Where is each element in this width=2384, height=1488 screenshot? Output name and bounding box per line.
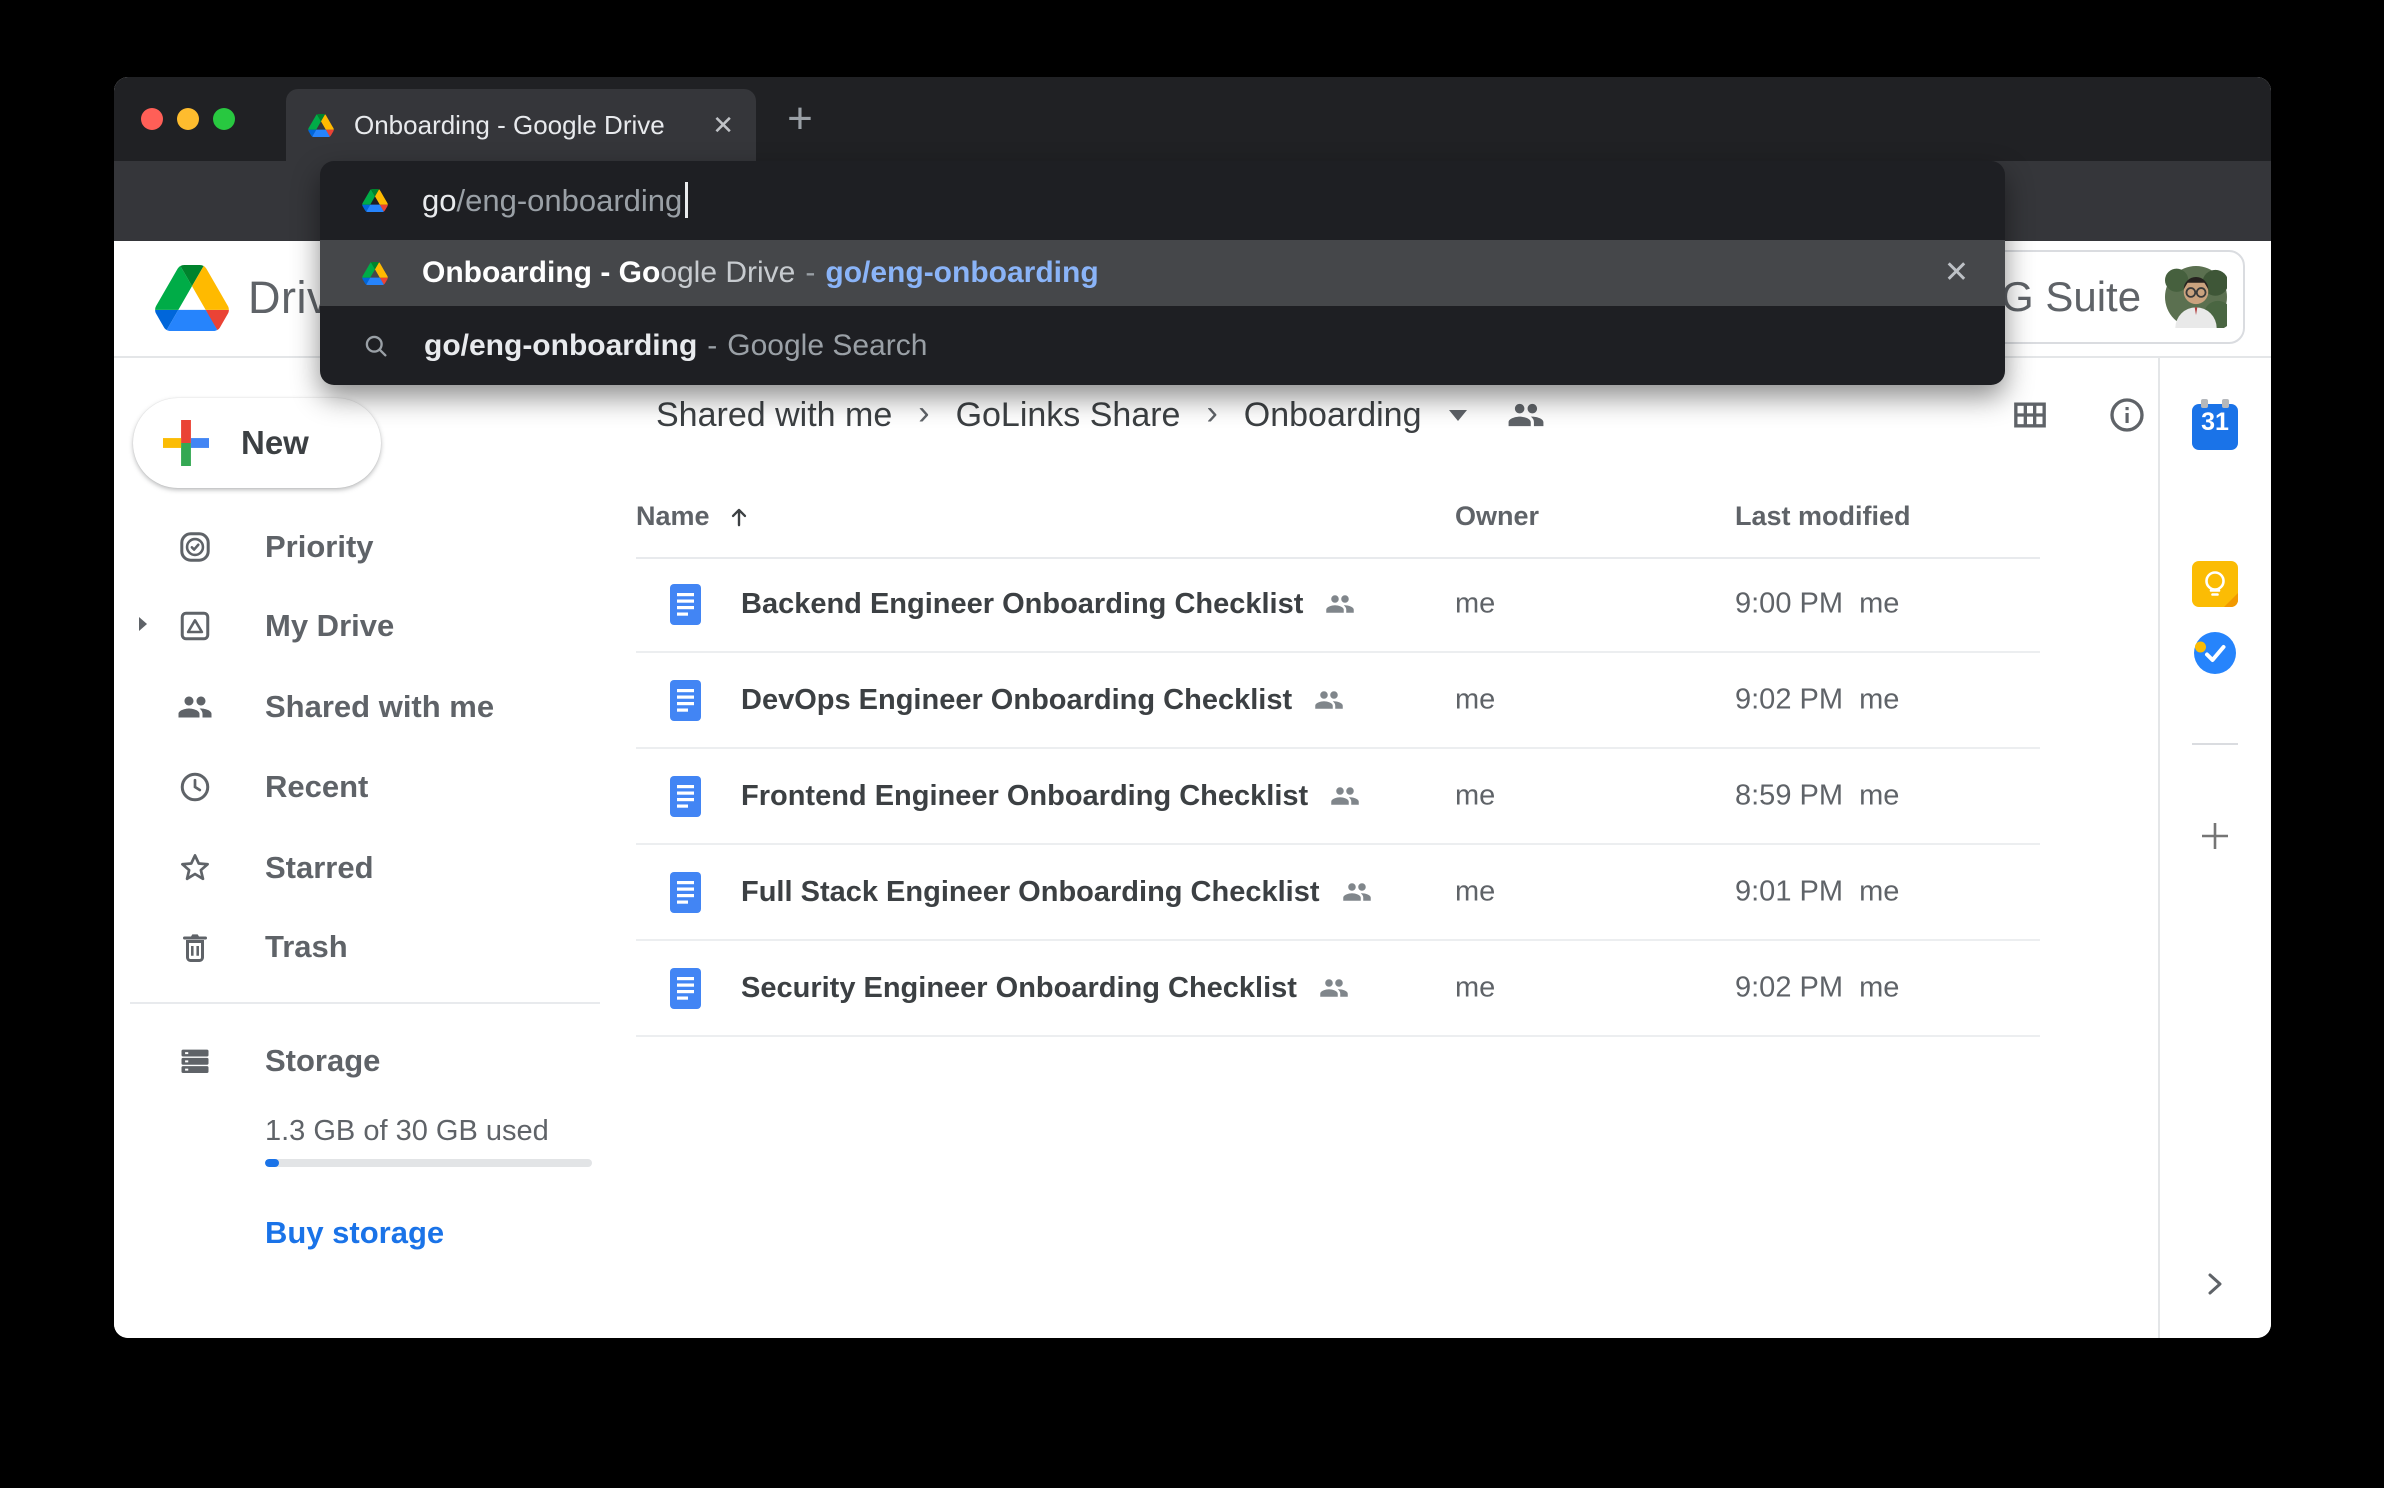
window-zoom-button[interactable] [213,108,235,130]
file-name: Frontend Engineer Onboarding Checklist [741,780,1308,813]
keep-icon[interactable] [2192,561,2238,607]
tasks-icon[interactable] [2192,630,2238,676]
screenshot-canvas: { "browser": { "tab_title": "Onboarding … [0,0,2384,1488]
breadcrumb-golinks-share[interactable]: GoLinks Share [956,396,1181,435]
new-tab-button[interactable]: + [778,99,822,143]
sidebar-item-starred[interactable]: Starred [114,839,614,897]
google-docs-icon [670,968,701,1009]
storage-icon [177,1043,213,1079]
google-docs-icon [670,680,701,721]
my-drive-icon [177,608,213,644]
file-row[interactable]: Full Stack Engineer Onboarding Checklist… [636,845,2040,941]
file-modified: 9:02 PM me [1735,684,1899,717]
drive-favicon-icon [362,189,388,212]
folder-menu-caret-icon[interactable] [1449,410,1467,421]
tab-close-icon[interactable]: ✕ [712,112,734,138]
priority-check-icon [177,529,213,565]
file-owner: me [1455,684,1495,717]
info-icon[interactable] [2107,395,2147,435]
sort-ascending-arrow-icon[interactable] [726,504,752,530]
file-modified: 8:59 PM me [1735,780,1899,813]
file-modified: 9:00 PM me [1735,588,1899,621]
browser-window: Onboarding - Google Drive ✕ + [114,77,2271,1338]
breadcrumb: Shared with me › GoLinks Share › Onboard… [656,387,1545,443]
shared-people-icon [1325,589,1355,619]
trash-icon [177,929,213,965]
sidebar-item-trash[interactable]: Trash [114,918,614,976]
file-name: DevOps Engineer Onboarding Checklist [741,684,1292,717]
gsuite-badge: G Suite [1975,250,2245,344]
shared-people-icon [1342,877,1372,907]
window-close-button[interactable] [141,108,163,130]
file-name: Security Engineer Onboarding Checklist [741,972,1297,1005]
recent-clock-icon [177,769,213,805]
omnibox[interactable]: go/eng-onboarding [320,161,2005,240]
file-owner: me [1455,972,1495,1005]
column-header-owner[interactable]: Owner [1455,501,1539,532]
shared-people-icon [1314,685,1344,715]
shared-people-icon [1330,781,1360,811]
add-side-panel-app-icon[interactable] [2198,819,2232,853]
column-header-last-modified[interactable]: Last modified [1735,501,1911,532]
file-owner: me [1455,780,1495,813]
sidebar-item-priority[interactable]: Priority [114,518,614,576]
breadcrumb-shared-with-me[interactable]: Shared with me [656,396,892,435]
suggestion-drive-result[interactable]: Onboarding - Google Drive-go/eng-onboard… [320,240,2005,306]
window-minimize-button[interactable] [177,108,199,130]
file-row[interactable]: Security Engineer Onboarding Checklist m… [636,941,2040,1037]
file-name: Backend Engineer Onboarding Checklist [741,588,1303,621]
shared-people-icon [1319,973,1349,1003]
buy-storage-link[interactable]: Buy storage [265,1215,444,1251]
gsuite-label: G Suite [2001,273,2141,321]
storage-progress-fill [265,1159,279,1167]
calendar-day-number: 31 [2192,408,2238,437]
breadcrumb-onboarding[interactable]: Onboarding [1244,396,1422,435]
tab-title: Onboarding - Google Drive [354,110,665,141]
grid-view-toggle-icon[interactable] [2010,395,2050,435]
file-owner: me [1455,588,1495,621]
omnibox-dropdown: go/eng-onboarding Onboarding - Google Dr… [320,161,2005,385]
account-avatar[interactable] [2165,266,2227,328]
sidebar-item-recent[interactable]: Recent [114,758,614,816]
google-docs-icon [670,584,701,625]
browser-tab[interactable]: Onboarding - Google Drive ✕ [286,89,756,161]
new-button[interactable]: New [133,398,381,488]
breadcrumb-chevron-icon: › [1206,394,1217,437]
google-docs-icon [670,776,701,817]
suggestion-google-search[interactable]: go/eng-onboarding-Google Search [320,306,2005,385]
drive-favicon-icon [362,262,388,285]
shared-with-me-icon [177,689,213,725]
file-row[interactable]: Backend Engineer Onboarding Checklist me… [636,557,2040,653]
file-row[interactable]: DevOps Engineer Onboarding Checklist me … [636,653,2040,749]
file-owner: me [1455,876,1495,909]
sidebar-item-my-drive[interactable]: My Drive [114,597,614,655]
calendar-icon[interactable]: 31 [2192,404,2238,450]
file-row[interactable]: Frontend Engineer Onboarding Checklist m… [636,749,2040,845]
sidebar-item-storage[interactable]: Storage [114,1032,614,1090]
tab-strip: Onboarding - Google Drive ✕ + [114,77,2271,161]
sidebar-item-shared-with-me[interactable]: Shared with me [114,678,614,736]
file-name: Full Stack Engineer Onboarding Checklist [741,876,1320,909]
search-icon [362,332,390,360]
file-modified: 9:02 PM me [1735,972,1899,1005]
sidebar-divider [130,1002,600,1004]
breadcrumb-chevron-icon: › [918,394,929,437]
text-cursor [685,182,688,218]
storage-progress-bar [265,1159,592,1167]
omnibox-input[interactable]: go/eng-onboarding [422,182,688,219]
side-panel-mini-divider [2192,743,2238,745]
collapse-panel-chevron-icon[interactable] [2204,1272,2226,1296]
side-panel-divider [2158,358,2160,1338]
storage-usage-text: 1.3 GB of 30 GB used [265,1115,549,1148]
folder-shared-people-icon [1507,396,1545,434]
google-plus-multicolor-icon [163,420,209,466]
file-modified: 9:01 PM me [1735,876,1899,909]
drive-logo-icon [155,265,229,331]
remove-suggestion-icon[interactable]: ✕ [1944,258,1969,288]
google-docs-icon [670,872,701,913]
star-icon [177,850,213,886]
drive-favicon-icon [308,114,334,137]
new-button-label: New [241,424,309,462]
column-header-name[interactable]: Name [636,501,752,532]
